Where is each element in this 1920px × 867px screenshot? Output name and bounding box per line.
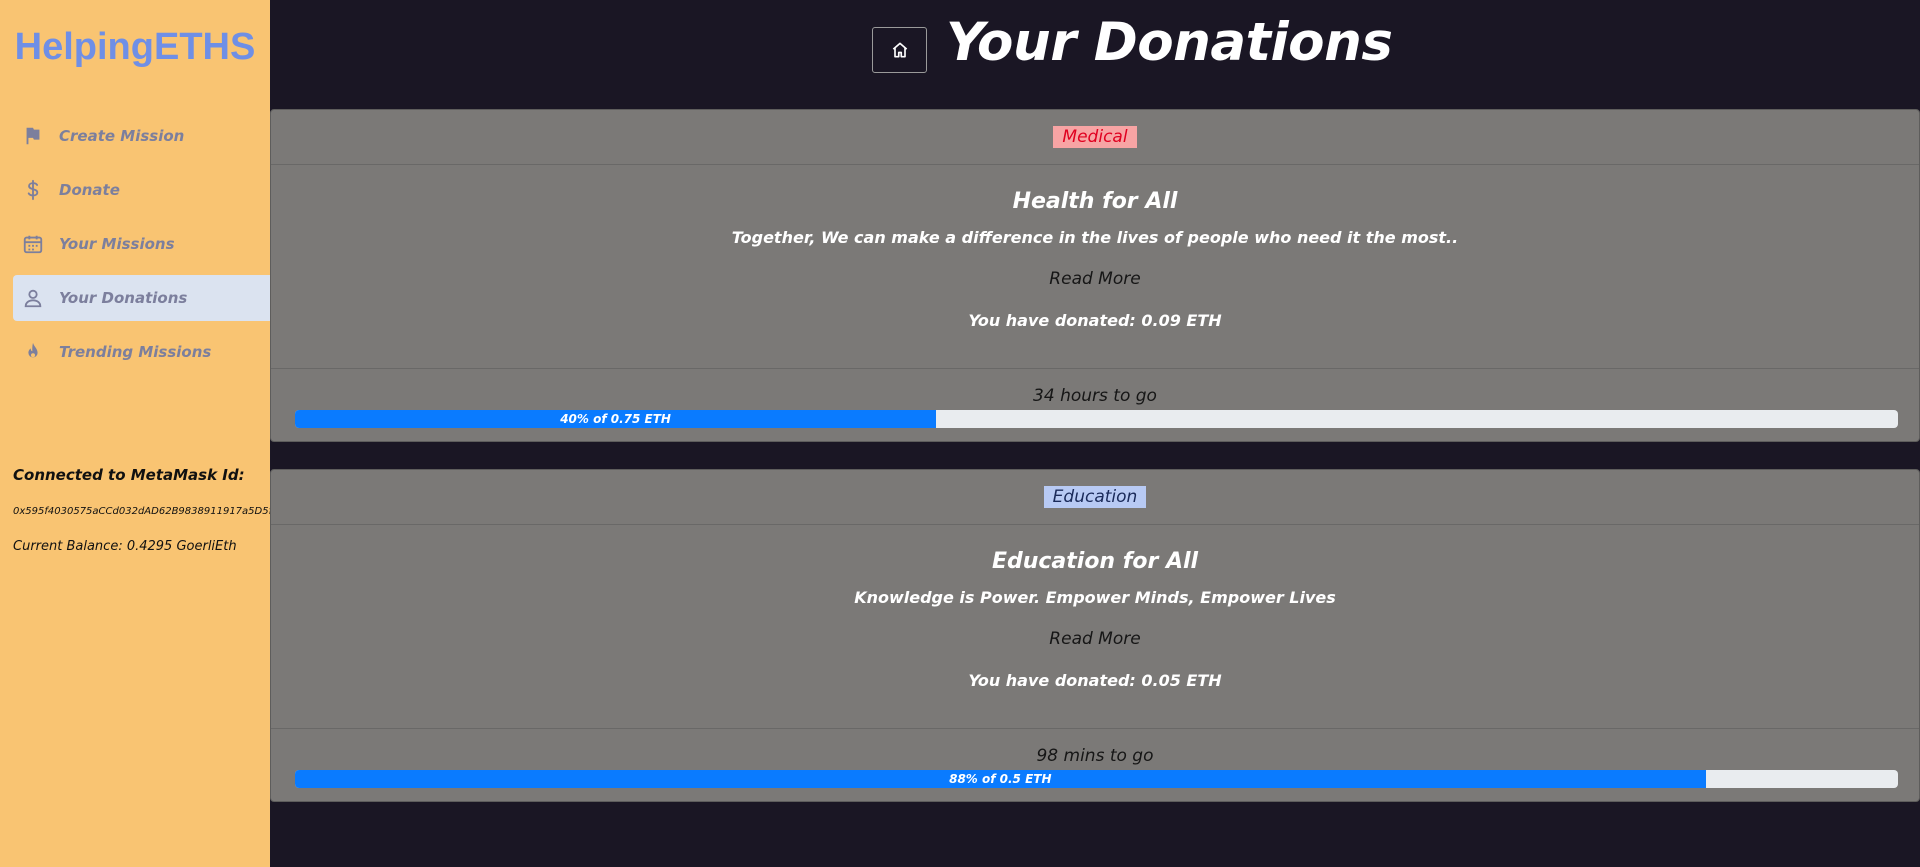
card-header: Education — [271, 470, 1919, 525]
time-left: 34 hours to go — [1033, 386, 1157, 406]
sidebar-item-label: Create Mission — [59, 127, 185, 145]
mission-description: Knowledge is Power. Empower Minds, Empow… — [854, 588, 1336, 607]
time-left: 98 mins to go — [1036, 746, 1154, 766]
category-badge: Education — [1043, 486, 1147, 508]
card-footer: 34 hours to go 40% of 0.75 ETH — [271, 369, 1919, 441]
donation-card: Medical Health for All Together, We can … — [270, 109, 1920, 442]
card-header: Medical — [271, 110, 1919, 165]
user-icon — [21, 286, 45, 310]
progress-bar: 40% of 0.75 ETH — [295, 410, 937, 428]
flag-icon — [21, 124, 45, 148]
sidebar-item-trending-missions[interactable]: Trending Missions — [13, 329, 270, 375]
dollar-icon — [21, 178, 45, 202]
progress-bar: 88% of 0.5 ETH — [295, 770, 1706, 788]
home-icon — [892, 42, 907, 58]
card-body: Health for All Together, We can make a d… — [271, 165, 1919, 369]
page-title: Your Donations — [946, 12, 1393, 73]
wallet-address: 0x595f4030575aCCd032dAD62B9838911917a5D5… — [13, 506, 279, 517]
mission-title: Education for All — [991, 549, 1199, 574]
calendar-icon — [21, 232, 45, 256]
donation-card: Education Education for All Knowledge is… — [270, 469, 1920, 802]
sidebar-item-label: Trending Missions — [59, 343, 212, 361]
wallet-balance: Current Balance: 0.4295 GoerliEth — [13, 539, 237, 554]
sidebar-item-your-donations[interactable]: Your Donations — [13, 275, 270, 321]
sidebar-item-label: Your Missions — [59, 235, 175, 253]
sidebar: HelpingETHS Create Mission Donate Your M… — [0, 0, 278, 867]
page-header: Your Donations — [270, 0, 1920, 100]
read-more-link[interactable]: Read More — [1049, 629, 1140, 649]
mission-title: Health for All — [1012, 189, 1178, 214]
brand-logo[interactable]: HelpingETHS — [0, 26, 270, 69]
home-button[interactable] — [872, 27, 927, 73]
mission-description: Together, We can make a difference in th… — [731, 228, 1459, 247]
wallet-info: Connected to MetaMask Id: 0x595f4030575a… — [13, 466, 278, 554]
sidebar-nav: Create Mission Donate Your Missions Your… — [13, 113, 270, 383]
sidebar-item-donate[interactable]: Donate — [13, 167, 270, 213]
progress-track: 40% of 0.75 ETH — [295, 410, 1898, 428]
sidebar-item-your-missions[interactable]: Your Missions — [13, 221, 270, 267]
fire-icon — [21, 340, 45, 364]
category-badge: Medical — [1053, 126, 1137, 148]
sidebar-item-label: Your Donations — [59, 289, 188, 307]
sidebar-item-create-mission[interactable]: Create Mission — [13, 113, 270, 159]
main-content: Your Donations Medical Health for All To… — [270, 0, 1920, 867]
card-body: Education for All Knowledge is Power. Em… — [271, 525, 1919, 729]
sidebar-item-label: Donate — [59, 181, 120, 199]
donated-amount: You have donated: 0.05 ETH — [968, 671, 1222, 690]
donated-amount: You have donated: 0.09 ETH — [968, 311, 1222, 330]
read-more-link[interactable]: Read More — [1049, 269, 1140, 289]
card-footer: 98 mins to go 88% of 0.5 ETH — [271, 729, 1919, 801]
progress-track: 88% of 0.5 ETH — [295, 770, 1898, 788]
wallet-connected-label: Connected to MetaMask Id: — [13, 466, 245, 484]
